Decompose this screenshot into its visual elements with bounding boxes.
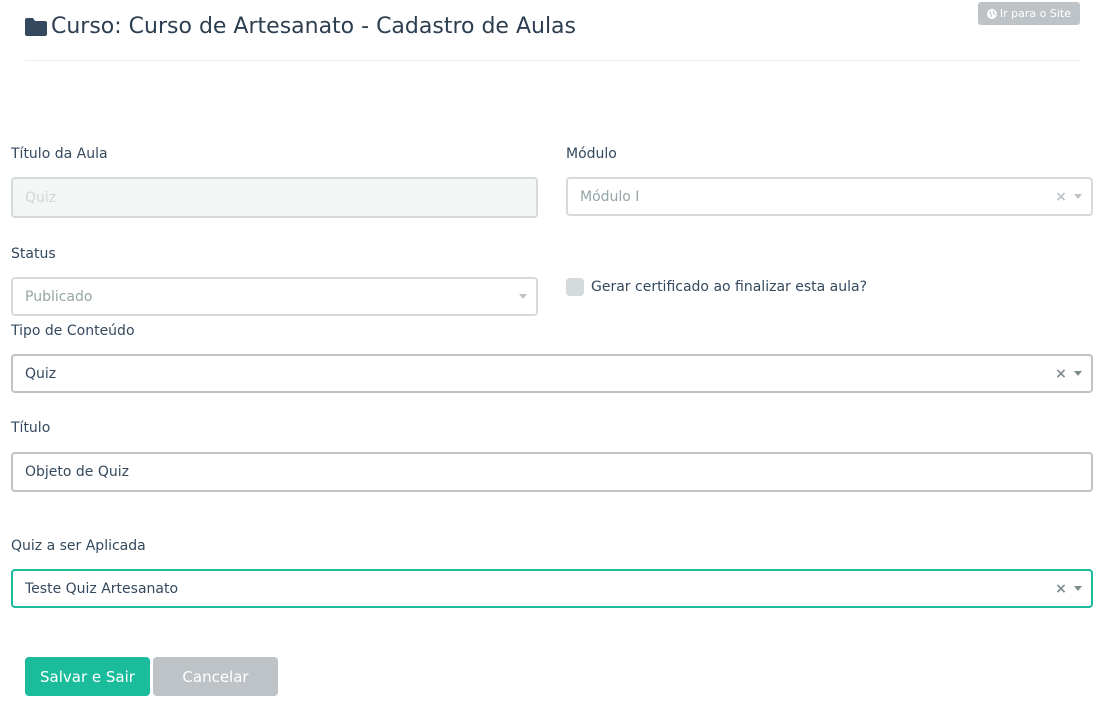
quiz-clear-icon[interactable]: × [1054, 582, 1068, 596]
quiz-select[interactable]: Teste Quiz Artesanato × [11, 569, 1093, 608]
title-label: Título [11, 420, 51, 436]
module-clear-icon[interactable]: × [1054, 190, 1068, 204]
content-type-select[interactable]: Quiz × [11, 354, 1093, 393]
go-to-site-label: Ir para o Site [999, 7, 1071, 20]
lesson-title-label: Título da Aula [11, 146, 108, 162]
page: Curso: Curso de Artesanato - Cadastro de… [0, 0, 1100, 703]
globe-icon [986, 8, 997, 19]
module-value: Módulo I [580, 188, 640, 205]
module-select[interactable]: Módulo I × [566, 177, 1093, 216]
lesson-title-input[interactable]: Quiz [11, 177, 538, 218]
status-label: Status [11, 246, 56, 262]
status-select[interactable]: Publicado [11, 277, 538, 316]
content-type-clear-icon[interactable]: × [1054, 367, 1068, 381]
module-label: Módulo [566, 146, 617, 162]
lesson-title-value: Quiz [25, 189, 57, 206]
cancel-button[interactable]: Cancelar [153, 657, 278, 696]
module-chevron-down-icon[interactable] [1074, 194, 1082, 199]
quiz-chevron-down-icon[interactable] [1074, 586, 1082, 591]
status-chevron-down-icon[interactable] [519, 294, 527, 299]
page-title-text: Curso: Curso de Artesanato - Cadastro de… [51, 14, 577, 39]
page-header: Curso: Curso de Artesanato - Cadastro de… [25, 2, 1080, 61]
certificate-checkbox[interactable] [566, 278, 584, 296]
certificate-option: Gerar certificado ao finalizar esta aula… [566, 278, 867, 296]
folder-icon [25, 17, 47, 36]
content-type-label: Tipo de Conteúdo [11, 323, 135, 339]
title-value: Objeto de Quiz [25, 464, 129, 480]
status-value: Publicado [25, 288, 93, 305]
content-type-value: Quiz [25, 365, 57, 382]
go-to-site-button[interactable]: Ir para o Site [977, 2, 1080, 25]
save-and-exit-button[interactable]: Salvar e Sair [25, 657, 150, 696]
title-input[interactable]: Objeto de Quiz [11, 452, 1093, 492]
certificate-label[interactable]: Gerar certificado ao finalizar esta aula… [591, 279, 867, 295]
quiz-label: Quiz a ser Aplicada [11, 538, 146, 554]
quiz-value: Teste Quiz Artesanato [25, 580, 179, 597]
content-type-chevron-down-icon[interactable] [1074, 371, 1082, 376]
page-title: Curso: Curso de Artesanato - Cadastro de… [25, 14, 576, 39]
